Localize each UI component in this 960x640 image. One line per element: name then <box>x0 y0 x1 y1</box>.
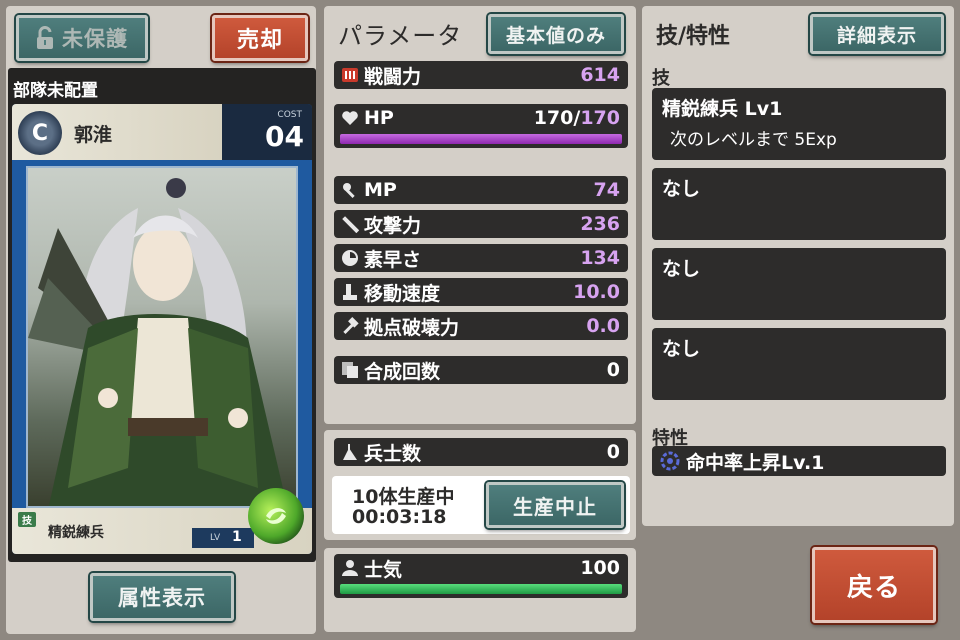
hp-bar-track <box>340 134 622 144</box>
deploy-status: 部隊未配置 <box>13 81 98 101</box>
card-skill-name: 精鋭練兵 <box>48 525 104 541</box>
stat-label: 移動速度 <box>364 282 441 305</box>
hp-bar-fill <box>340 134 622 144</box>
stat-value: 74 <box>593 179 620 201</box>
stat-label: 拠点破壊力 <box>364 316 460 339</box>
sell-button[interactable]: 売却 <box>212 15 308 61</box>
stat-label: 合成回数 <box>364 360 441 383</box>
back-label: 戻る <box>846 572 901 603</box>
unit-card[interactable]: C 郭淮 COST 04 技 精鋭練兵 LV 1 <box>12 104 312 554</box>
stat-row-mp: MP 74 <box>334 176 628 204</box>
card-level-bar: LV 1 <box>192 528 254 548</box>
trait-row[interactable]: 命中率上昇Lv.1 <box>652 446 946 476</box>
card-level-label: LV <box>210 533 221 543</box>
cards-icon <box>340 360 360 380</box>
params-panel: パラメータ 基本値のみ 戦闘力 614 HP 170 / 170 MP 74 攻… <box>324 6 636 424</box>
troops-value: 0 <box>606 441 620 463</box>
stat-value: 236 <box>580 213 620 235</box>
unlock-icon <box>36 26 56 50</box>
hp-separator: / <box>573 107 581 129</box>
detail-button[interactable]: 詳細表示 <box>810 14 944 54</box>
wrench-icon <box>340 180 360 200</box>
trait-icon <box>660 451 680 471</box>
skill-slot-name: なし <box>662 258 701 280</box>
skill-slot-sub: 次のレベルまで 5Exp <box>670 130 837 150</box>
stat-label: 攻撃力 <box>364 214 422 237</box>
troops-panel: 兵士数 0 10体生産中 00:03:18 生産中止 <box>324 430 636 540</box>
soldier-icon <box>340 442 360 462</box>
boot-icon <box>340 282 360 302</box>
skill-slot-2[interactable]: なし <box>652 168 946 240</box>
card-name: 郭淮 <box>74 124 113 146</box>
heart-icon <box>340 108 360 128</box>
clock-icon <box>340 248 360 268</box>
stat-row-hp: HP 170 / 170 <box>334 104 628 148</box>
stop-production-button[interactable]: 生産中止 <box>486 482 624 528</box>
troops-row: 兵士数 0 <box>334 438 628 466</box>
skills-title: 技/特性 <box>656 24 731 49</box>
stat-value: 0 <box>606 359 620 381</box>
protect-label: 未保護 <box>62 27 128 51</box>
morale-panel: 士気 100 <box>324 548 636 632</box>
stat-label: MP <box>364 179 397 201</box>
hp-current: 170 <box>533 107 574 129</box>
back-button[interactable]: 戻る <box>812 547 936 623</box>
person-icon <box>340 558 360 578</box>
params-title: パラメータ <box>338 22 463 50</box>
morale-row: 士気 100 <box>334 554 628 598</box>
skill-slot-name: なし <box>662 338 701 360</box>
production-timer: 00:03:18 <box>352 506 447 528</box>
skill-slot-3[interactable]: なし <box>652 248 946 320</box>
skill-slot-4[interactable]: なし <box>652 328 946 400</box>
rarity-badge: C <box>18 111 62 155</box>
skill-slot-name: なし <box>662 178 701 200</box>
protect-button[interactable]: 未保護 <box>16 15 148 61</box>
skill-slot-1[interactable]: 精鋭練兵 Lv1 次のレベルまで 5Exp <box>652 88 946 160</box>
stat-row-speed: 素早さ 134 <box>334 244 628 272</box>
trait-name: 命中率上昇Lv.1 <box>686 451 825 474</box>
morale-label: 士気 <box>364 558 403 581</box>
skill-header: 技 <box>652 68 670 89</box>
base-only-label: 基本値のみ <box>505 24 606 47</box>
stat-row-battle-power: 戦闘力 614 <box>334 61 628 89</box>
stat-value: 10.0 <box>573 281 620 303</box>
troops-label: 兵士数 <box>364 442 422 465</box>
card-level-value: 1 <box>232 529 242 545</box>
stat-row-move-speed: 移動速度 10.0 <box>334 278 628 306</box>
element-orb-icon <box>248 488 304 544</box>
hammer-icon <box>340 316 360 336</box>
stat-value: 134 <box>580 247 620 269</box>
attribute-label: 属性表示 <box>118 586 206 610</box>
stat-value: 0.0 <box>586 315 620 337</box>
stat-label: 素早さ <box>364 248 422 271</box>
stop-production-label: 生産中止 <box>513 494 597 519</box>
skill-slot-name: 精鋭練兵 Lv1 <box>662 98 783 120</box>
base-only-button[interactable]: 基本値のみ <box>488 14 624 54</box>
rarity-letter: C <box>31 120 49 146</box>
battle-power-icon <box>340 65 360 85</box>
stat-value: 614 <box>580 64 620 86</box>
morale-bar-track <box>340 584 622 594</box>
morale-bar-fill <box>340 584 622 594</box>
sword-icon <box>340 214 360 234</box>
detail-label: 詳細表示 <box>836 24 917 47</box>
cost-label: COST <box>277 110 302 120</box>
skills-panel: 技/特性 詳細表示 技 精鋭練兵 Lv1 次のレベルまで 5Exp なし なし … <box>642 6 954 526</box>
stat-row-fusion: 合成回数 0 <box>334 356 628 384</box>
cost-value: 04 <box>265 120 304 153</box>
stat-label: 戦闘力 <box>364 65 422 88</box>
morale-value: 100 <box>580 557 620 579</box>
cost-box: COST 04 <box>256 108 308 156</box>
sell-label: 売却 <box>236 28 283 53</box>
production-status: 10体生産中 <box>352 486 455 508</box>
hp-max: 170 <box>580 107 620 129</box>
stat-label: HP <box>364 107 394 129</box>
character-art <box>26 166 298 508</box>
attribute-button[interactable]: 属性表示 <box>90 573 234 621</box>
stat-row-siege: 拠点破壊力 0.0 <box>334 312 628 340</box>
stat-row-attack: 攻撃力 236 <box>334 210 628 238</box>
skill-tag: 技 <box>18 512 36 527</box>
